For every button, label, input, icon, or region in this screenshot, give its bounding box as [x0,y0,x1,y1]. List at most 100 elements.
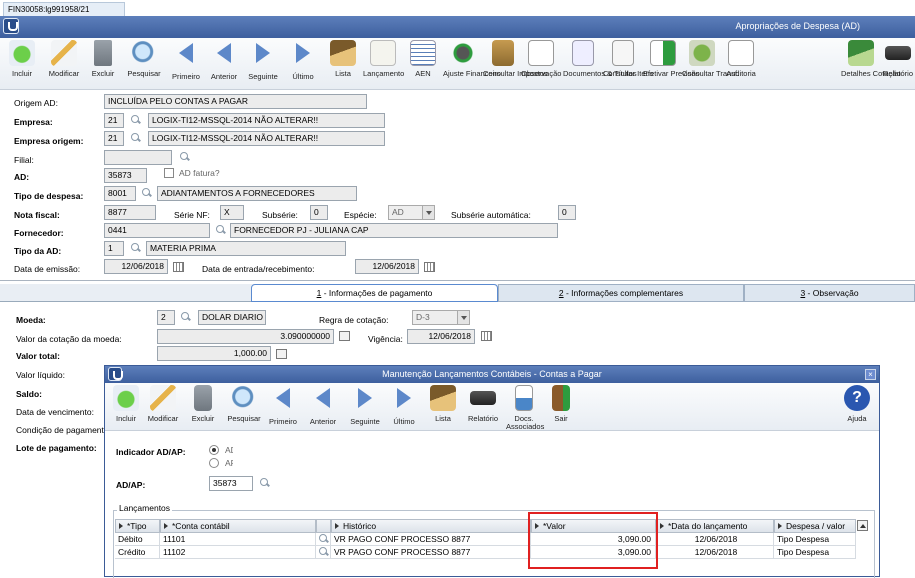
exit-icon [552,385,570,411]
dialog-next-button[interactable]: Seguinte [346,385,384,433]
ad-type-lookup-icon[interactable] [131,243,141,253]
ad-invoice-checkbox[interactable] [164,168,174,178]
next-button[interactable]: Seguinte [243,40,283,88]
close-icon[interactable]: × [865,369,876,380]
delete-button[interactable]: Excluir [83,40,123,88]
origin-company-lookup-icon[interactable] [131,133,141,143]
col-header-expense-text: Despesa / valor [786,521,846,531]
quote-details-button[interactable]: Detalhes Cotação [841,40,901,88]
auto-subseries-field[interactable]: 0 [558,205,576,220]
issue-date-field[interactable]: 12/06/2018 [104,259,168,274]
col-header-expense[interactable]: Despesa / valor [774,519,856,533]
quote-rule-select[interactable]: D-3 [412,310,470,325]
cell-lookup[interactable] [316,533,331,546]
ad-label: AD: [14,172,30,182]
posting-button[interactable]: Lançamento [363,40,404,88]
aen-button[interactable]: AEN [403,40,443,88]
adap-field[interactable]: 35873 [209,476,253,491]
branch-field[interactable] [104,150,172,165]
dialog-list-button[interactable]: Lista [425,385,461,433]
documents-button[interactable]: Documentos & Títulos [563,40,637,88]
total-value-field[interactable]: 1,000.00 [157,346,271,361]
dialog-modify-button[interactable]: Modificar [145,385,181,433]
audit-button[interactable]: Auditoria [721,40,761,88]
chevron-down-icon [422,206,434,219]
calculator-icon[interactable] [339,331,350,341]
taxes-button[interactable]: Consultar Impostos [483,40,548,88]
col-header-type[interactable]: *Tipo [115,519,160,533]
expense-type-lookup-icon[interactable] [142,188,152,198]
calendar-icon[interactable] [481,331,492,341]
adap-lookup-icon[interactable] [260,478,270,488]
dialog-first-button[interactable]: Primeiro [265,385,301,433]
forecast-button[interactable]: Efetivar Previsão [643,40,700,88]
items-button[interactable]: Consultar Itens [603,40,653,88]
account-lookup-icon[interactable] [319,534,329,544]
supplier-lookup-icon[interactable] [216,225,226,235]
dialog-report-button[interactable]: Relatório [464,385,502,433]
dialog-docs-button[interactable]: Docs. Associados [504,385,544,433]
modify-button[interactable]: Modificar [44,40,84,88]
validity-date-field[interactable]: 12/06/2018 [407,329,475,344]
calendar-icon[interactable] [173,262,184,272]
window-tab[interactable]: FIN30058:lg991958/21 [3,2,125,16]
window-title: Apropriações de Despesa (AD) [735,21,860,31]
invoice-number-field[interactable]: 8877 [104,205,156,220]
dialog-include-button[interactable]: Incluir [109,385,143,433]
dialog-search-button[interactable]: Pesquisar [225,385,263,433]
species-select[interactable]: AD [388,205,435,220]
dialog-last-button[interactable]: Último [387,385,421,433]
ad-type-code-field[interactable]: 1 [104,241,124,256]
origin-field[interactable]: INCLUÍDA PELO CONTAS A PAGAR [104,94,367,109]
last-button[interactable]: Último [283,40,323,88]
calendar-icon[interactable] [424,262,435,272]
company-name-field: LOGIX-TI12-MSSQL-2014 NÃO ALTERAR!! [148,113,385,128]
include-button[interactable]: Incluir [2,40,42,88]
adjust-button[interactable]: Ajuste Financeiro [443,40,501,88]
quote-value-field[interactable]: 3.090000000 [157,329,334,344]
search-button[interactable]: Pesquisar [124,40,164,88]
previous-button[interactable]: Anterior [204,40,244,88]
supplier-code-field[interactable]: 0441 [104,223,210,238]
radio-ap[interactable] [209,458,219,468]
invoice-label: Nota fiscal: [14,210,60,220]
currency-code-field[interactable]: 2 [157,310,175,325]
company-lookup-icon[interactable] [131,115,141,125]
sort-icon [778,523,782,529]
ad-number-field[interactable]: 35873 [104,168,147,183]
transfer-button[interactable]: Consultar Transf. [682,40,739,88]
col-header-account[interactable]: *Conta contábil [160,519,316,533]
add-icon [9,40,35,66]
expense-type-code-field[interactable]: 8001 [104,186,136,201]
currency-lookup-icon[interactable] [181,312,191,322]
account-lookup-icon[interactable] [319,547,329,557]
help-icon: ? [844,385,870,411]
first-button[interactable]: Primeiro [166,40,206,88]
printer-icon [470,391,496,405]
note-button[interactable]: Observação [521,40,561,88]
col-header-history[interactable]: Histórico [331,519,531,533]
dialog-help-button[interactable]: ? Ajuda [841,385,873,433]
title-bar: Apropriações de Despesa (AD) [0,16,915,38]
radio-ad[interactable] [209,445,219,455]
scroll-up-icon[interactable] [857,520,868,531]
calculator-icon[interactable] [276,349,287,359]
cell-lookup[interactable] [316,546,331,559]
origin-company-code-field[interactable]: 21 [104,131,124,146]
col-header-date[interactable]: *Data do lançamento [656,519,774,533]
branch-lookup-icon[interactable] [180,152,190,162]
list-button[interactable]: Lista [323,40,363,88]
tab-payment-info[interactable]: 1 - Informações de pagamento [251,284,498,302]
dialog-exit-button[interactable]: Sair [546,385,576,433]
company-code-field[interactable]: 21 [104,113,124,128]
dialog-delete-button[interactable]: Excluir [187,385,219,433]
entry-date-field[interactable]: 12/06/2018 [355,259,419,274]
report-button[interactable]: Relatório [881,40,915,88]
invoice-series-field[interactable]: X [220,205,244,220]
dialog-previous-button[interactable]: Anterior [305,385,341,433]
dialog-title: Manutenção Lançamentos Contábeis - Conta… [382,369,602,379]
cell-type: Crédito [115,546,160,559]
tab-observation[interactable]: 3 - Observação [744,284,915,302]
subseries-field[interactable]: 0 [310,205,328,220]
tab-complementary-info[interactable]: 2 - Informações complementares [498,284,744,302]
